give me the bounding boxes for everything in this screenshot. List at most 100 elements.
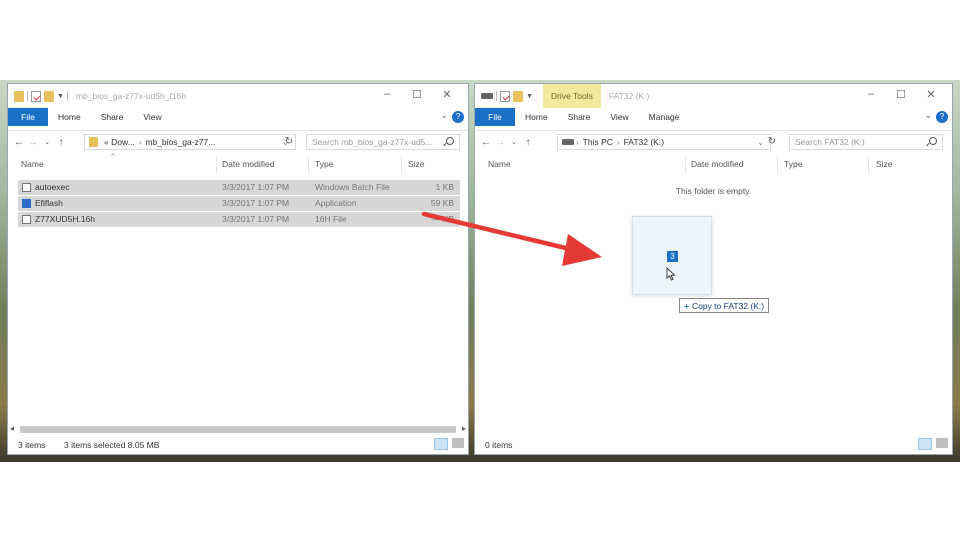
recent-locations-icon[interactable]: ⌄ (507, 138, 521, 146)
close-icon[interactable]: ✕ (916, 88, 946, 101)
column-divider[interactable] (308, 156, 309, 174)
customize-toolbar-dropdown-icon[interactable]: ▼ (526, 93, 533, 100)
tab-home[interactable]: Home (515, 112, 558, 122)
large-icons-view-icon[interactable] (452, 438, 464, 448)
window-controls: – ☐ ✕ (372, 88, 462, 101)
explorer-window-right: ▼ Drive Tools FAT32 (K:) – ☐ ✕ File Home… (474, 83, 953, 455)
refresh-icon[interactable]: ↻ (282, 136, 296, 147)
column-size[interactable]: Size (876, 159, 893, 169)
column-name[interactable]: Name (21, 159, 44, 169)
explorer-window-left: ▼ mb_bios_ga-z77x-ud5h_f16h – ☐ ✕ File H… (7, 83, 469, 455)
breadcrumb-current[interactable]: mb_bios_ga-z77... (145, 137, 215, 147)
help-icon[interactable]: ? (452, 111, 464, 123)
details-view-icon[interactable] (434, 438, 448, 450)
large-icons-view-icon[interactable] (936, 438, 948, 448)
details-view-icon[interactable] (918, 438, 932, 450)
status-item-count: 0 items (485, 440, 513, 450)
scrollbar-thumb[interactable] (20, 426, 456, 433)
tab-view[interactable]: View (133, 112, 171, 122)
close-icon[interactable]: ✕ (432, 88, 462, 101)
tab-manage[interactable]: Manage (639, 112, 690, 122)
new-folder-icon[interactable] (513, 90, 523, 102)
window-controls: – ☐ ✕ (856, 88, 946, 101)
up-icon[interactable]: ↑ (54, 137, 68, 148)
search-input[interactable]: Search FAT32 (K:) (789, 134, 943, 150)
back-icon[interactable]: ← (12, 137, 26, 148)
file-date: 3/3/2017 1:07 PM (222, 198, 290, 208)
tab-share[interactable]: Share (91, 112, 134, 122)
folder-icon (89, 137, 98, 147)
file-date: 3/3/2017 1:07 PM (222, 182, 290, 192)
new-folder-icon[interactable] (44, 90, 54, 102)
properties-icon[interactable] (500, 90, 510, 102)
address-bar[interactable]: › This PC › FAT32 (K:) ⌄ (557, 134, 771, 150)
copy-tooltip-text: Copy to FAT32 (K:) (691, 300, 765, 311)
file-type: Windows Batch File (315, 182, 390, 192)
search-icon[interactable] (446, 137, 454, 145)
file-row[interactable]: Z77XUD5H.16h 3/3/2017 1:07 PM 16H File —… (18, 212, 460, 227)
recent-locations-icon[interactable]: ⌄ (40, 138, 54, 146)
file-name: autoexec (35, 182, 70, 192)
file-type: 16H File (315, 214, 347, 224)
column-divider[interactable] (868, 156, 869, 174)
column-date-modified[interactable]: Date modified (691, 159, 743, 169)
column-divider[interactable] (777, 156, 778, 174)
column-divider[interactable] (685, 156, 686, 174)
properties-icon[interactable] (31, 90, 41, 102)
folder-icon (14, 90, 24, 102)
search-icon[interactable] (929, 137, 937, 145)
minimize-icon[interactable]: – (856, 88, 886, 101)
breadcrumb-this-pc[interactable]: This PC (583, 137, 613, 147)
column-size[interactable]: Size (408, 159, 425, 169)
minimize-icon[interactable]: – (372, 88, 402, 101)
column-type[interactable]: Type (784, 159, 802, 169)
column-divider[interactable] (216, 156, 217, 174)
tab-share[interactable]: Share (558, 112, 601, 122)
column-type[interactable]: Type (315, 159, 333, 169)
address-dropdown-icon[interactable]: ⌄ (757, 138, 764, 147)
column-divider[interactable] (401, 156, 402, 174)
up-icon[interactable]: ↑ (521, 137, 535, 148)
horizontal-scrollbar[interactable]: ◂ ▸ (8, 424, 468, 434)
column-name[interactable]: Name (488, 159, 511, 169)
breadcrumb-current[interactable]: FAT32 (K:) (624, 137, 664, 147)
customize-toolbar-dropdown-icon[interactable]: ▼ (57, 93, 64, 100)
chevron-right-icon[interactable]: › (576, 138, 579, 147)
maximize-icon[interactable]: ☐ (886, 88, 916, 101)
scroll-left-icon[interactable]: ◂ (10, 424, 14, 433)
address-bar[interactable]: « Dow... › mb_bios_ga-z77... ⌄ (84, 134, 296, 150)
file-row[interactable]: autoexec 3/3/2017 1:07 PM Windows Batch … (18, 180, 460, 195)
column-date-modified[interactable]: Date modified (222, 159, 274, 169)
help-icon[interactable]: ? (936, 111, 948, 123)
drive-icon (562, 139, 574, 145)
tab-view[interactable]: View (600, 112, 638, 122)
status-bar: 0 items (475, 436, 952, 454)
tab-file[interactable]: File (475, 108, 515, 126)
plus-icon: + (684, 300, 689, 311)
quick-access-toolbar: ▼ (14, 90, 68, 102)
forward-icon[interactable]: → (493, 137, 507, 148)
file-date: 3/3/2017 1:07 PM (222, 214, 290, 224)
mouse-pointer-icon (666, 267, 676, 281)
tab-file[interactable]: File (8, 108, 48, 126)
file-size: — KB (431, 214, 454, 224)
chevron-right-icon[interactable]: › (139, 138, 142, 147)
expand-ribbon-icon[interactable]: ⌄ (924, 110, 932, 121)
breadcrumb-downloads[interactable]: « Dow... (104, 137, 135, 147)
separator (66, 91, 68, 101)
back-icon[interactable]: ← (479, 137, 493, 148)
expand-ribbon-icon[interactable]: ⌄ (440, 110, 448, 121)
sort-ascending-icon: ^ (111, 152, 115, 161)
ribbon-tabs: File Home Share View Manage ⌄ ? (475, 108, 952, 126)
tab-home[interactable]: Home (48, 112, 91, 122)
chevron-right-icon[interactable]: › (617, 138, 620, 147)
title-bar[interactable]: ▼ mb_bios_ga-z77x-ud5h_f16h – ☐ ✕ (8, 84, 468, 108)
forward-icon[interactable]: → (26, 137, 40, 148)
search-input[interactable]: Search mb_bios_ga-z77x-ud5... (306, 134, 460, 150)
file-type: Application (315, 198, 357, 208)
title-bar[interactable]: ▼ Drive Tools FAT32 (K:) – ☐ ✕ (475, 84, 952, 108)
file-row[interactable]: Efiflash 3/3/2017 1:07 PM Application 59… (18, 196, 460, 211)
refresh-icon[interactable]: ↻ (765, 136, 779, 147)
maximize-icon[interactable]: ☐ (402, 88, 432, 101)
scroll-right-icon[interactable]: ▸ (462, 424, 466, 433)
